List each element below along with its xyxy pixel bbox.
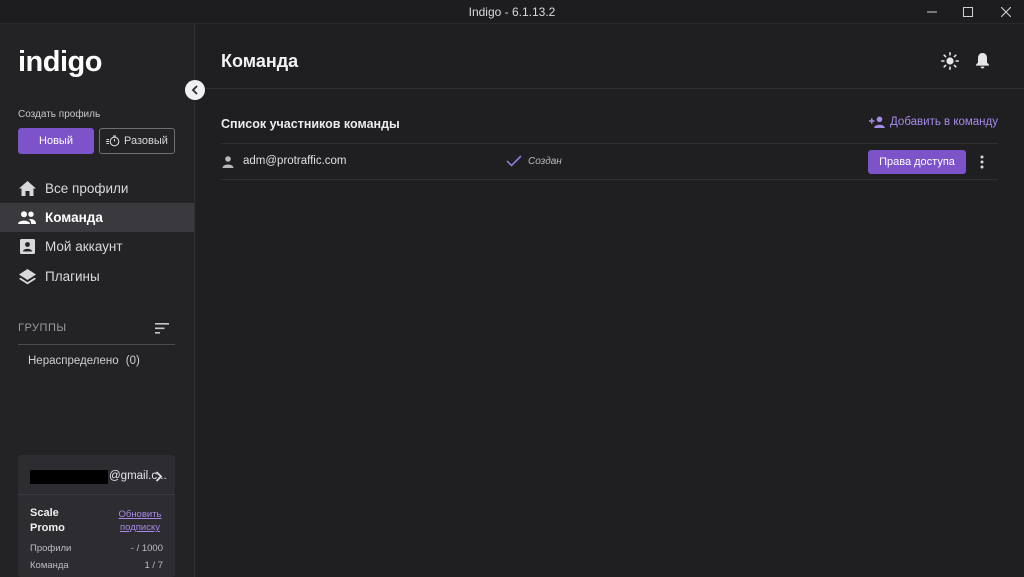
sidebar-item-label: Мой аккаунт: [45, 239, 123, 254]
member-status: Создан: [528, 156, 562, 167]
app-logo: indigo: [18, 46, 102, 78]
window-title: Indigo - 6.1.13.2: [468, 5, 556, 19]
sidebar-item-all-profiles[interactable]: Все профили: [0, 174, 194, 203]
maximize-button[interactable]: [950, 0, 986, 24]
group-count: (0): [125, 355, 140, 367]
check-icon: [506, 154, 522, 172]
collapse-sidebar-button[interactable]: [185, 80, 205, 100]
groups-divider: [18, 344, 175, 345]
more-options-button[interactable]: [976, 151, 988, 173]
sidebar: indigo Создать профиль Новый Разовый Все…: [0, 24, 195, 577]
add-to-team-label: Добавить в команду: [890, 116, 998, 128]
stat-value: 1 / 7: [144, 560, 164, 571]
stat-profiles: Профили - / 1000: [30, 543, 163, 554]
one-time-profile-button[interactable]: Разовый: [99, 128, 175, 154]
theme-toggle-button[interactable]: [941, 52, 960, 75]
team-icon: [18, 209, 36, 227]
access-rights-button[interactable]: Права доступа: [868, 150, 966, 174]
notifications-button[interactable]: [975, 52, 990, 74]
main-content: Команда Список участников команды Добави…: [196, 24, 1024, 577]
minimize-button[interactable]: [914, 0, 950, 24]
sidebar-item-label: Все профили: [45, 181, 129, 196]
table-row: adm@protraffic.com Создан Права доступа: [221, 143, 998, 180]
groups-heading: ГРУППЫ: [18, 322, 67, 334]
close-button[interactable]: [988, 0, 1024, 24]
account-icon: [18, 238, 36, 256]
redacted-email: [30, 470, 108, 484]
timer-icon: [106, 135, 120, 147]
one-time-profile-label: Разовый: [124, 135, 168, 147]
sort-icon[interactable]: [155, 321, 169, 339]
stat-team: Команда 1 / 7: [30, 560, 163, 571]
add-to-team-button[interactable]: Добавить в команду: [869, 116, 998, 128]
new-profile-button[interactable]: Новый: [18, 128, 94, 154]
layers-icon: [18, 268, 36, 286]
group-label: Нераспределено: [28, 355, 119, 367]
member-email: adm@protraffic.com: [243, 155, 347, 167]
account-card: @gmail.c... Scale Promo Обновить подписк…: [18, 455, 175, 577]
create-profile-label: Создать профиль: [18, 109, 101, 120]
page-header: Команда: [196, 24, 1024, 89]
minimize-icon: [927, 11, 937, 13]
account-switcher[interactable]: @gmail.c...: [18, 455, 175, 495]
more-vertical-icon: [980, 155, 984, 169]
chevron-left-icon: [191, 85, 198, 95]
person-icon: [222, 155, 234, 173]
team-members-heading: Список участников команды: [221, 117, 400, 131]
chevron-right-icon: [155, 469, 163, 487]
bell-icon: [976, 53, 989, 69]
sidebar-item-label: Плагины: [45, 269, 100, 284]
home-icon: [18, 180, 36, 198]
add-person-icon: [869, 116, 885, 128]
stat-label: Профили: [30, 543, 72, 554]
stat-value: - / 1000: [130, 543, 163, 554]
sidebar-item-team[interactable]: Команда: [0, 203, 194, 232]
close-icon: [1001, 7, 1011, 17]
plan-name: Scale Promo: [30, 507, 65, 534]
group-item-unassigned[interactable]: Нераспределено (0): [28, 355, 140, 367]
stat-label: Команда: [30, 560, 69, 571]
window-titlebar: Indigo - 6.1.13.2: [0, 0, 1024, 24]
maximize-icon: [963, 7, 973, 17]
page-title: Команда: [221, 51, 299, 71]
sidebar-item-plugins[interactable]: Плагины: [0, 262, 194, 291]
sidebar-item-my-account[interactable]: Мой аккаунт: [0, 232, 194, 261]
sun-icon: [941, 52, 960, 71]
upgrade-subscription-link[interactable]: Обновить подписку: [115, 508, 165, 534]
sidebar-item-label: Команда: [45, 210, 103, 225]
